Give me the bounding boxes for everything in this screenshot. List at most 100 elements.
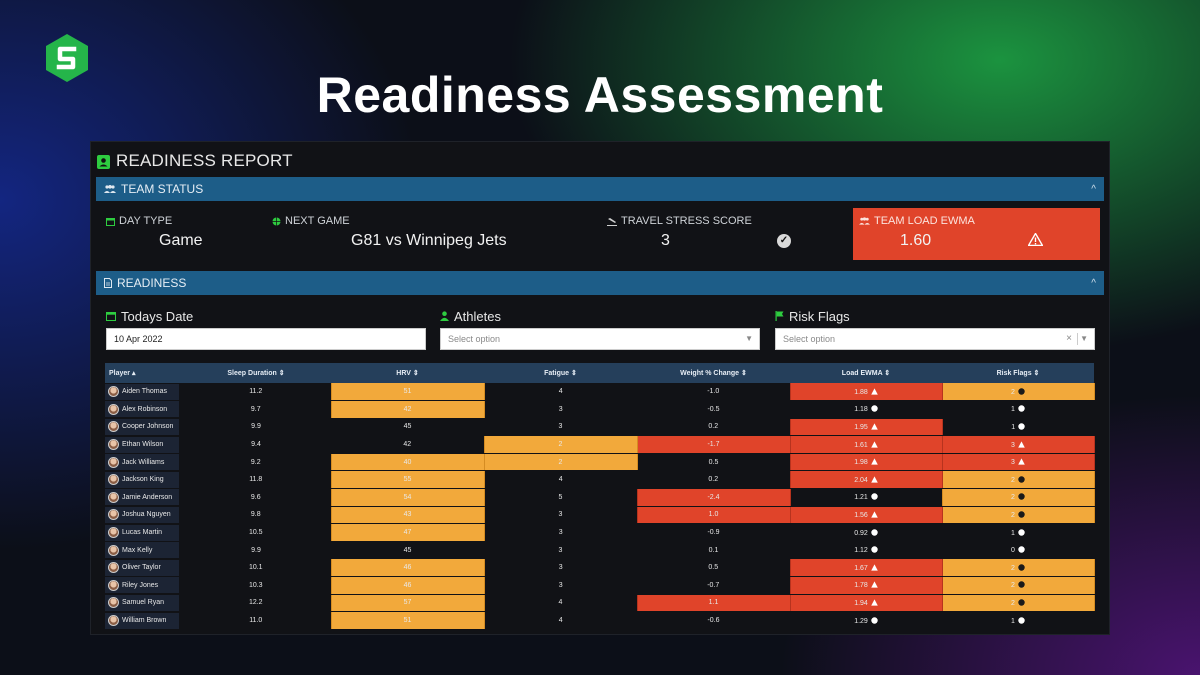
load-ewma-column-header[interactable]: Load EWMA ⇕ xyxy=(790,363,942,383)
hero-title: Readiness Assessment xyxy=(316,67,884,123)
table-row[interactable]: Aiden Thomas 11.2 51 4 -1.0 1.88 2 xyxy=(105,383,1095,402)
table-row[interactable]: Riley Jones 10.3 46 3 -0.7 1.78 2 xyxy=(105,576,1095,595)
player-chip[interactable]: Max Kelly xyxy=(105,542,179,559)
fatigue-column-header[interactable]: Fatigue ⇕ xyxy=(484,363,637,383)
player-chip[interactable]: Samuel Ryan xyxy=(105,594,179,611)
fatigue-cell: 3 xyxy=(484,400,637,419)
player-chip[interactable]: Oliver Taylor xyxy=(105,559,179,576)
weight-change-cell-value: 0.5 xyxy=(708,458,719,466)
player-chip[interactable]: Cooper Johnson xyxy=(105,418,179,435)
chevron-up-icon[interactable]: ^ xyxy=(1091,184,1096,195)
next-game-item: NEXT GAME xyxy=(272,215,350,227)
table-row[interactable]: Alex Robinson 9.7 42 3 -0.5 1.18 1 xyxy=(105,400,1094,419)
sleep-duration-column-header[interactable]: Sleep Duration ⇕ xyxy=(181,363,331,383)
sleep-duration-cell-value: 10.3 xyxy=(248,581,263,589)
player-chip[interactable]: William Brown xyxy=(105,612,179,629)
weight-change-cell: -0.7 xyxy=(637,576,790,595)
player-chip[interactable]: Aiden Thomas xyxy=(105,383,179,400)
chevron-up-icon[interactable]: ^ xyxy=(1091,278,1096,289)
hrv-cell-value: 45 xyxy=(403,546,412,554)
player-cell[interactable]: William Brown xyxy=(105,611,181,630)
player-cell[interactable]: Oliver Taylor xyxy=(105,558,181,578)
hrv-cell: 45 xyxy=(331,541,484,560)
sleep-duration-cell-value: 9.8 xyxy=(250,511,261,519)
player-chip[interactable]: Jamie Anderson xyxy=(105,489,179,506)
hrv-cell: 55 xyxy=(330,470,485,490)
table-row[interactable]: William Brown 11.0 51 4 -0.6 1.29 1 xyxy=(105,611,1094,630)
player-chip[interactable]: Lucas Martin xyxy=(105,524,179,541)
table-row[interactable]: Jamie Anderson 9.6 54 5 -2.4 1.21 2 xyxy=(105,488,1095,507)
player-name: Oliver Taylor xyxy=(122,564,161,572)
hrv-cell-value: 54 xyxy=(403,493,412,501)
load-ewma-cell: 1.29 xyxy=(790,611,942,630)
table-row[interactable]: Max Kelly 9.9 45 3 0.1 1.12 0 xyxy=(105,541,1094,560)
player-chip[interactable]: Jack Williams xyxy=(105,454,179,471)
load-ewma-cell: 1.18 xyxy=(790,400,942,419)
table-row[interactable]: Lucas Martin 10.5 47 3 -0.9 0.92 1 xyxy=(105,523,1094,542)
fatigue-cell-value: 4 xyxy=(558,599,563,607)
table-row[interactable]: Cooper Johnson 9.9 45 3 0.2 1.95 1 xyxy=(105,418,1094,437)
hrv-cell: 54 xyxy=(330,488,485,507)
player-chip[interactable]: Joshua Nguyen xyxy=(105,506,179,523)
athletes-filter: Athletes Select option ▼ xyxy=(440,308,760,350)
chevron-down-icon[interactable]: ▼ xyxy=(1080,329,1088,349)
warning-icon xyxy=(871,511,878,518)
hrv-cell-value: 46 xyxy=(403,564,412,572)
fatigue-cell-value: 5 xyxy=(558,493,563,501)
player-cell[interactable]: Jamie Anderson xyxy=(105,488,181,507)
table-row[interactable]: Oliver Taylor 10.1 46 3 0.5 1.67 2 xyxy=(105,558,1095,578)
player-cell[interactable]: Lucas Martin xyxy=(105,523,181,542)
player-cell[interactable]: Aiden Thomas xyxy=(105,383,181,402)
select-separator xyxy=(1077,333,1078,345)
table-row[interactable]: Jackson King 11.8 55 4 0.2 2.04 2 xyxy=(105,470,1095,490)
risk-flags-column-header[interactable]: Risk Flags ⇕ xyxy=(942,363,1094,383)
sleep-duration-cell: 11.0 xyxy=(181,611,331,630)
table-row[interactable]: Jack Williams 9.2 40 2 0.5 1.98 3 xyxy=(105,453,1095,472)
fatigue-cell-value: 2 xyxy=(558,441,563,449)
team-load-value: 1.60 xyxy=(900,232,932,249)
hrv-cell: 45 xyxy=(331,418,484,437)
risk-flags-cell: 2 xyxy=(941,488,1095,507)
readiness-section-header[interactable]: READINESS ^ xyxy=(96,271,1104,295)
fatigue-cell-value: 3 xyxy=(558,511,563,519)
player-cell[interactable]: Samuel Ryan xyxy=(105,594,181,613)
player-cell[interactable]: Max Kelly xyxy=(105,541,181,560)
player-chip[interactable]: Alex Robinson xyxy=(105,401,179,418)
player-chip[interactable]: Jackson King xyxy=(105,471,179,488)
sleep-duration-cell: 10.1 xyxy=(181,558,331,578)
risk-flags-cell-value: 2 xyxy=(1011,511,1015,519)
table-row[interactable]: Samuel Ryan 12.2 57 4 1.1 1.94 2 xyxy=(105,594,1095,613)
readiness-label: READINESS xyxy=(117,276,187,290)
player-cell[interactable]: Jackson King xyxy=(105,470,181,490)
player-chip[interactable]: Riley Jones xyxy=(105,577,179,594)
fatigue-cell-value: 3 xyxy=(558,546,563,554)
athletes-select[interactable]: Select option ▼ xyxy=(440,328,760,350)
table-row[interactable]: Ethan Wilson 9.4 42 2 -1.7 1.61 3 xyxy=(105,435,1095,454)
player-cell[interactable]: Riley Jones xyxy=(105,576,181,595)
sleep-duration-cell-value: 10.1 xyxy=(248,564,263,572)
date-input[interactable]: 10 Apr 2022 xyxy=(106,328,426,350)
player-cell[interactable]: Joshua Nguyen xyxy=(105,506,181,525)
player-cell[interactable]: Alex Robinson xyxy=(105,400,181,419)
player-chip[interactable]: Ethan Wilson xyxy=(105,436,179,453)
hrv-column-header[interactable]: HRV ⇕ xyxy=(331,363,484,383)
player-cell[interactable]: Jack Williams xyxy=(105,453,181,472)
warning-icon xyxy=(871,423,878,430)
team-status-section-header[interactable]: TEAM STATUS ^ xyxy=(96,177,1104,201)
hrv-cell-value: 42 xyxy=(403,405,412,413)
chevron-down-icon[interactable]: ▼ xyxy=(745,329,753,349)
clear-icon[interactable]: × xyxy=(1066,329,1072,349)
fatigue-cell-value: 3 xyxy=(558,405,563,413)
weight-change-column-header[interactable]: Weight % Change ⇕ xyxy=(637,363,790,383)
hrv-cell: 42 xyxy=(331,435,484,454)
player-column-header[interactable]: Player ▴ xyxy=(105,363,181,383)
risk-flags-select[interactable]: Select option × ▼ xyxy=(775,328,1095,350)
player-cell[interactable]: Ethan Wilson xyxy=(105,435,181,454)
risk-flags-cell: 1 xyxy=(942,418,1094,437)
weight-change-cell-value: 0.5 xyxy=(708,564,719,572)
plane-landing-icon xyxy=(607,217,617,226)
load-ewma-cell-value: 1.61 xyxy=(854,441,868,449)
avatar xyxy=(108,456,119,468)
player-cell[interactable]: Cooper Johnson xyxy=(105,418,181,437)
table-row[interactable]: Joshua Nguyen 9.8 43 3 1.0 1.56 2 xyxy=(105,506,1095,525)
